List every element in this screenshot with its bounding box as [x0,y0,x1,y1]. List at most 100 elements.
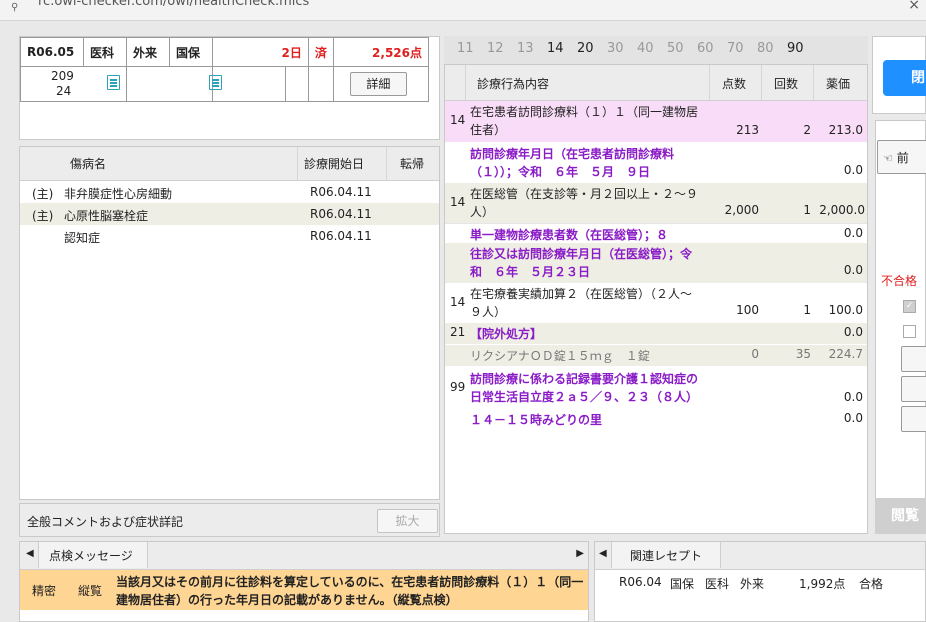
scroll-left-icon[interactable]: ◀ [26,548,34,559]
day-11[interactable]: 11 [457,41,474,56]
tab-related-label: 関連レセプト [630,549,703,563]
treatment-row[interactable]: 14 在医総管（在支診等・月２回以上・２～９ 人） 2,000 1 2,000.… [445,183,867,223]
disease-name: 非弁膜症性心房細動 [64,187,173,201]
status-mark: 済 [307,37,334,67]
disease-name: 認知症 [64,231,101,245]
disease-row[interactable]: 認知症 R06.04.11 [20,225,439,247]
treatment-row[interactable]: 単一建物診療患者数（在医総管）；８ 0.0 [445,223,867,244]
message-line2: 建物居住者）の行った年月日の記載がありません。（縦覧点検） [116,593,458,607]
day-90[interactable]: 90 [787,41,804,56]
related-visit: 外来 [740,577,765,591]
row-price: 0.0 [843,263,863,277]
start-date: R06.04.11 [310,229,372,243]
treatment-row[interactable]: 訪問診療年月日（在宅患者訪問診療料 （１））；令和 ６年 ５月 ９日 0.0 [445,143,867,183]
row-points: 0 [751,347,759,361]
related-row[interactable]: R06.04 国保 医科 外来 1,992点 合格 [595,570,925,594]
related-points: 1,992点 [799,577,846,591]
check-message-row[interactable]: 精密 縦覧 当該月又はその前月に往診料を算定しているのに、在宅患者訪問診療料（１… [20,570,588,610]
day-50[interactable]: 50 [667,41,684,56]
message-category: 縦覧 [78,584,103,598]
total-points: 2,526点 [332,37,430,67]
col-count: 回数 [774,77,799,91]
main-mark: (主) [32,187,54,201]
disease-row[interactable]: (主) 心原性脳塞栓症 R06.04.11 [20,203,439,225]
day-strip: 11 12 13 14 20 30 40 50 60 70 80 90 [444,36,868,64]
row-count: 2 [803,123,811,137]
scroll-right-icon[interactable]: ▶ [576,548,584,559]
comment-bar: 全般コメントおよび症状詳記 拡大 [19,503,440,537]
row-price: 0.0 [843,163,863,177]
tab-related-receipt[interactable]: 関連レセプト [611,542,721,568]
day-40[interactable]: 40 [637,41,654,56]
unchecked-checkbox[interactable] [903,325,916,338]
day-20[interactable]: 20 [577,41,594,56]
treatment-row[interactable]: 往診又は訪問診療年月日（在医総管）；令 和 ６年 ５月２３日 0.0 [445,243,867,283]
site-info-icon[interactable]: ⚲ [11,2,18,13]
treatment-row[interactable]: １４－１５時みどりの里 0.0 [445,409,867,429]
receipt-header-table: R06.05 医科 外来 国保 2日 済 2,526点 209 24 詳細 [20,37,430,102]
detail-button[interactable]: 詳細 [349,72,407,96]
receipt-header-panel: R06.05 医科 外来 国保 2日 済 2,526点 209 24 詳細 [19,36,440,140]
browser-address-bar[interactable]: ⚲ rc.owl-checker.com/owl/healthCheck.mic… [0,0,926,21]
related-receipt-panel: ◀ 関連レセプト R06.04 国保 医科 外来 1,992点 合格 [594,541,926,622]
code-bottom: 24 [56,84,72,98]
day-80[interactable]: 80 [757,41,774,56]
main-mark: (主) [32,209,54,223]
row-line1: 【院外処方】 [470,327,543,341]
row-line1: 訪問診療年月日（在宅患者訪問診療料 [470,147,675,161]
treatment-row[interactable]: 21 【院外処方】 0.0 [445,323,867,344]
day-70[interactable]: 70 [727,41,744,56]
fail-label: 不合格 [881,274,918,288]
row-price: 0.0 [843,411,863,425]
disease-row[interactable]: (主) 非弁膜症性心房細動 R06.04.11 [20,181,439,203]
prev-button[interactable]: ☜ 前 [877,140,926,174]
row-code: 14 [450,113,466,127]
window-close-icon[interactable]: × [908,0,920,13]
day-30[interactable]: 30 [607,41,624,56]
dept: 医科 [82,37,127,67]
related-result: 合格 [859,577,884,591]
view-button[interactable]: 閲覧 [875,498,926,534]
close-button[interactable]: 閉 [883,60,926,96]
related-insurance: 国保 [670,577,695,591]
empty-cell-3 [307,66,334,102]
row-line2: ９人） [470,305,507,319]
empty-cell-2 [284,66,309,102]
row-line1: 在医総管（在支診等・月２回以上・２～９ [470,187,699,201]
row-points: 100 [736,303,759,317]
treatment-row[interactable]: リクシアナＯＤ錠１５ｍｇ １錠 0 35 224.7 [445,345,867,366]
comment-label: 全般コメントおよび症状詳記 [27,515,184,529]
day-13[interactable]: 13 [517,41,534,56]
empty-cell [211,66,286,102]
row-line1: リクシアナＯＤ錠１５ｍｇ １錠 [470,349,650,363]
visit-type: 外来 [125,37,170,67]
code-cell: 209 24 [20,66,127,102]
treatment-row[interactable]: 14 在宅療養実績加算２（在医総管）（２人～ ９人） 100 1 100.0 [445,283,867,323]
row-price: 213.0 [828,123,863,137]
start-date: R06.04.11 [310,185,372,199]
document-icon-2[interactable] [208,75,222,90]
treatment-row[interactable]: 14 在宅患者訪問診療料（１）１（同一建物居 住者） 213 2 213.0 [445,101,867,142]
message-type: 精密 [32,584,57,598]
side-button-3[interactable] [901,406,926,432]
day-14[interactable]: 14 [547,41,564,56]
col-disease-name: 傷病名 [70,157,107,171]
code-top: 209 [51,69,74,83]
prev-label: 前 [896,151,909,165]
checked-checkbox[interactable]: ✓ [903,300,916,313]
treatment-row[interactable]: 99 訪問診療に係わる記録書要介護１認知症の 日常生活自立度２ａ５／９、２３（８… [445,368,867,408]
document-icon[interactable] [107,75,120,90]
day-60[interactable]: 60 [697,41,714,56]
day-12[interactable]: 12 [487,41,504,56]
check-message-panel: ◀ 点検メッセージ ▶ 精密 縦覧 当該月又はその前月に往診料を算定しているのに… [19,541,589,622]
side-button-1[interactable] [901,346,926,372]
col-points: 点数 [722,77,747,91]
side-button-2[interactable] [901,376,926,402]
treatment-table: 診療行為内容 点数 回数 薬価 14 在宅患者訪問診療料（１）１（同一建物居 住… [444,64,868,534]
expand-button[interactable]: 拡大 [377,509,438,533]
scroll-left-icon[interactable]: ◀ [599,548,607,559]
row-line1: 在宅患者訪問診療料（１）１（同一建物居 [470,105,699,119]
tab-check-message[interactable]: 点検メッセージ [38,542,148,568]
col-price: 薬価 [826,77,851,91]
disease-list-header: 傷病名 診療開始日 転帰 [20,147,439,181]
